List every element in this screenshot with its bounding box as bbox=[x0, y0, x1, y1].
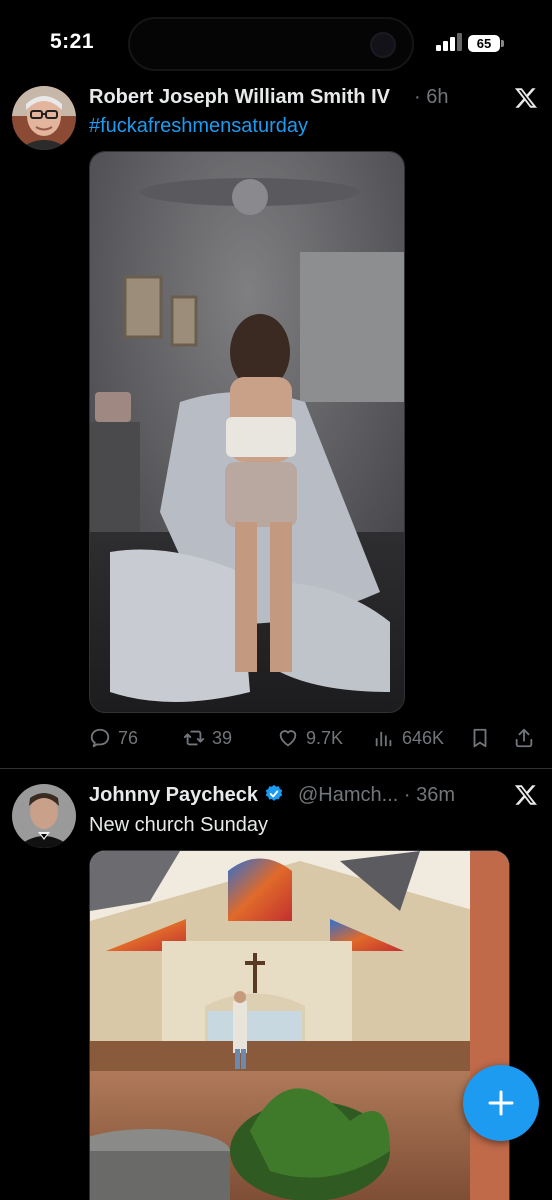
repost-icon bbox=[183, 730, 205, 746]
x-logo-icon[interactable] bbox=[514, 783, 538, 807]
author-handle[interactable]: @Hamch... bbox=[298, 784, 398, 806]
tweet-meta: · 6h bbox=[414, 86, 448, 109]
tweet-2[interactable]: Johnny Paycheck @Hamch... · 36m New chur… bbox=[0, 770, 552, 1200]
bedroom-photo bbox=[90, 152, 404, 712]
meta-separator: · bbox=[403, 784, 411, 806]
media-photo[interactable] bbox=[89, 850, 510, 1200]
repost-button[interactable]: 39 bbox=[183, 723, 232, 753]
share-icon bbox=[515, 728, 533, 748]
like-button[interactable]: 9.7K bbox=[277, 723, 343, 753]
views-button[interactable]: 646K bbox=[373, 723, 444, 753]
tweet-meta: @Hamch... · 36m bbox=[298, 784, 455, 807]
hashtag-link[interactable]: #fuckafreshmensaturday bbox=[89, 115, 308, 137]
verified-badge-icon bbox=[265, 784, 283, 801]
heart-icon bbox=[279, 730, 297, 747]
reply-count: 76 bbox=[118, 727, 139, 748]
tweet-1[interactable]: Robert Joseph William Smith IV · 6h #fuc… bbox=[0, 0, 552, 770]
x-logo-icon[interactable] bbox=[514, 86, 538, 110]
like-count: 9.7K bbox=[306, 727, 344, 748]
church-photo bbox=[90, 851, 509, 1200]
tweet-text: #fuckafreshmensaturday bbox=[89, 115, 308, 138]
author-name[interactable]: Robert Joseph William Smith IV bbox=[89, 86, 390, 109]
plus-icon bbox=[488, 1090, 514, 1116]
reply-icon bbox=[90, 728, 110, 748]
bookmark-icon bbox=[473, 728, 487, 748]
tweet-time: 6h bbox=[426, 86, 449, 108]
meta-separator: · bbox=[414, 86, 421, 108]
bookmark-button[interactable] bbox=[469, 723, 491, 753]
views-icon bbox=[375, 731, 392, 747]
reply-button[interactable]: 76 bbox=[89, 723, 138, 753]
avatar[interactable] bbox=[12, 784, 76, 848]
views-count: 646K bbox=[402, 727, 445, 748]
media-photo[interactable] bbox=[89, 151, 405, 713]
tweet-divider bbox=[0, 768, 552, 769]
author-name[interactable]: Johnny Paycheck bbox=[89, 784, 284, 807]
tweet-time: 36m bbox=[416, 784, 456, 806]
tweet-actions: 76 39 9.7K 646K bbox=[89, 723, 539, 753]
author-name-text: Johnny Paycheck bbox=[89, 784, 258, 806]
compose-button[interactable] bbox=[463, 1065, 539, 1141]
share-button[interactable] bbox=[513, 723, 535, 753]
avatar[interactable] bbox=[12, 86, 76, 150]
repost-count: 39 bbox=[212, 727, 233, 748]
tweet-text: New church Sunday bbox=[89, 814, 268, 836]
